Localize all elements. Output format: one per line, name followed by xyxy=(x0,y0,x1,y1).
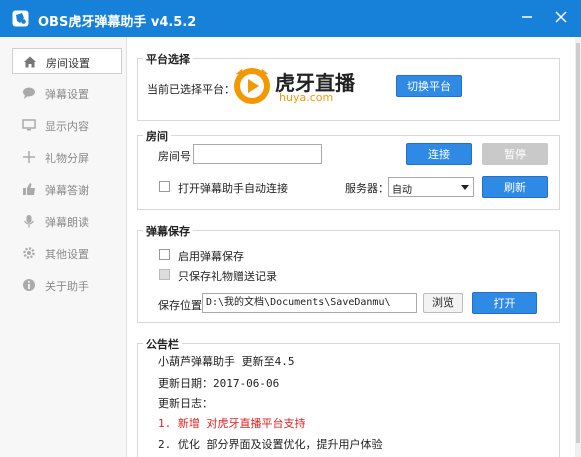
sidebar-item-gift-split[interactable]: 礼物分屏 xyxy=(12,144,122,170)
chevron-down-icon xyxy=(461,185,469,190)
sidebar-item-other-settings[interactable]: 其他设置 xyxy=(12,240,122,266)
room-number-label: 房间号 xyxy=(158,150,191,163)
sidebar-item-about[interactable]: 关于助手 xyxy=(12,272,122,298)
sidebar: 房间设置 弹幕设置 显示内容 礼物分屏 弹幕答谢 弹幕朗读 其他设置 关于助手 xyxy=(0,37,127,457)
sidebar-item-label: 房间设置 xyxy=(46,57,90,70)
sidebar-item-label: 礼物分屏 xyxy=(45,152,89,165)
announcement-line: 小葫芦弹幕助手 更新至4.5 xyxy=(158,355,295,368)
app-logo-icon xyxy=(12,10,29,27)
sidebar-item-label: 弹幕朗读 xyxy=(45,216,89,229)
gift-only-checkbox[interactable] xyxy=(159,269,170,280)
sidebar-item-label: 弹幕答谢 xyxy=(45,184,89,197)
announcement-line: 更新日期：2017-06-06 xyxy=(158,377,280,390)
open-folder-button[interactable]: 打开 xyxy=(472,292,537,314)
huya-logo: 虎牙直播 huya.com xyxy=(232,66,367,106)
close-icon[interactable] xyxy=(552,8,570,26)
sidebar-item-label: 其他设置 xyxy=(45,248,89,261)
vertical-scrollbar[interactable] xyxy=(575,37,581,457)
gear-icon xyxy=(23,247,35,259)
enable-save-label: 启用弹幕保存 xyxy=(178,250,244,263)
server-label: 服务器： xyxy=(345,182,389,195)
sidebar-item-danmu-thanks[interactable]: 弹幕答谢 xyxy=(12,176,122,202)
save-group-title: 弹幕保存 xyxy=(143,223,193,239)
enable-save-checkbox[interactable] xyxy=(159,249,170,260)
title-bar: OBS虎牙弹幕助手 v4.5.2 xyxy=(0,0,581,37)
pause-button[interactable]: 暂停 xyxy=(482,143,548,165)
sidebar-item-display-content[interactable]: 显示内容 xyxy=(12,112,122,138)
save-location-label: 保存位置 xyxy=(158,299,202,312)
announcement-line-highlight: 1. 新增 对虎牙直播平台支持 xyxy=(158,417,306,430)
minimize-icon[interactable] xyxy=(518,8,536,26)
room-group-title: 房间 xyxy=(143,128,171,144)
window-title: OBS虎牙弹幕助手 v4.5.2 xyxy=(38,15,197,30)
save-location-input[interactable]: D:\我的文档\Documents\SaveDanmu\ xyxy=(202,293,417,313)
huya-logo-url: huya.com xyxy=(279,91,334,104)
auto-connect-checkbox[interactable] xyxy=(159,181,170,192)
home-icon xyxy=(24,56,36,68)
sidebar-item-label: 弹幕设置 xyxy=(45,88,89,101)
sidebar-item-danmu-read[interactable]: 弹幕朗读 xyxy=(12,208,122,234)
announcement-line: 更新日志： xyxy=(158,397,213,410)
server-select[interactable]: 自动 xyxy=(388,177,474,197)
sidebar-item-danmu-settings[interactable]: 弹幕设置 xyxy=(12,80,122,106)
scrollbar-thumb[interactable] xyxy=(576,43,580,443)
platform-group-title: 平台选择 xyxy=(143,51,193,67)
thanks-icon xyxy=(23,183,35,195)
sidebar-item-label: 显示内容 xyxy=(45,120,89,133)
chat-bubble-icon xyxy=(23,87,35,99)
refresh-button[interactable]: 刷新 xyxy=(482,176,548,198)
auto-connect-label: 打开弹幕助手自动连接 xyxy=(178,182,288,195)
info-icon xyxy=(23,279,35,291)
gift-only-label: 只保存礼物赠送记录 xyxy=(178,270,277,283)
connect-button[interactable]: 连接 xyxy=(406,143,472,165)
split-screen-icon xyxy=(23,151,35,163)
microphone-icon xyxy=(24,215,34,228)
monitor-icon xyxy=(22,119,36,131)
huya-logo-icon xyxy=(234,68,270,104)
server-select-value: 自动 xyxy=(392,185,412,196)
sidebar-item-room-settings[interactable]: 房间设置 xyxy=(12,48,122,74)
switch-platform-button[interactable]: 切换平台 xyxy=(396,75,462,97)
announcement-line: 2. 优化 部分界面及设置优化，提升用户体验 xyxy=(158,438,383,451)
announcement-group-title: 公告栏 xyxy=(143,336,182,352)
sidebar-item-label: 关于助手 xyxy=(45,280,89,293)
selected-platform-label: 当前已选择平台： xyxy=(147,83,235,96)
main-content: 平台选择 当前已选择平台： 虎牙直播 huya.com 切换平台 房间 房间号 … xyxy=(127,37,575,457)
browse-button[interactable]: 浏览 xyxy=(423,293,463,313)
room-number-input[interactable] xyxy=(193,144,322,164)
